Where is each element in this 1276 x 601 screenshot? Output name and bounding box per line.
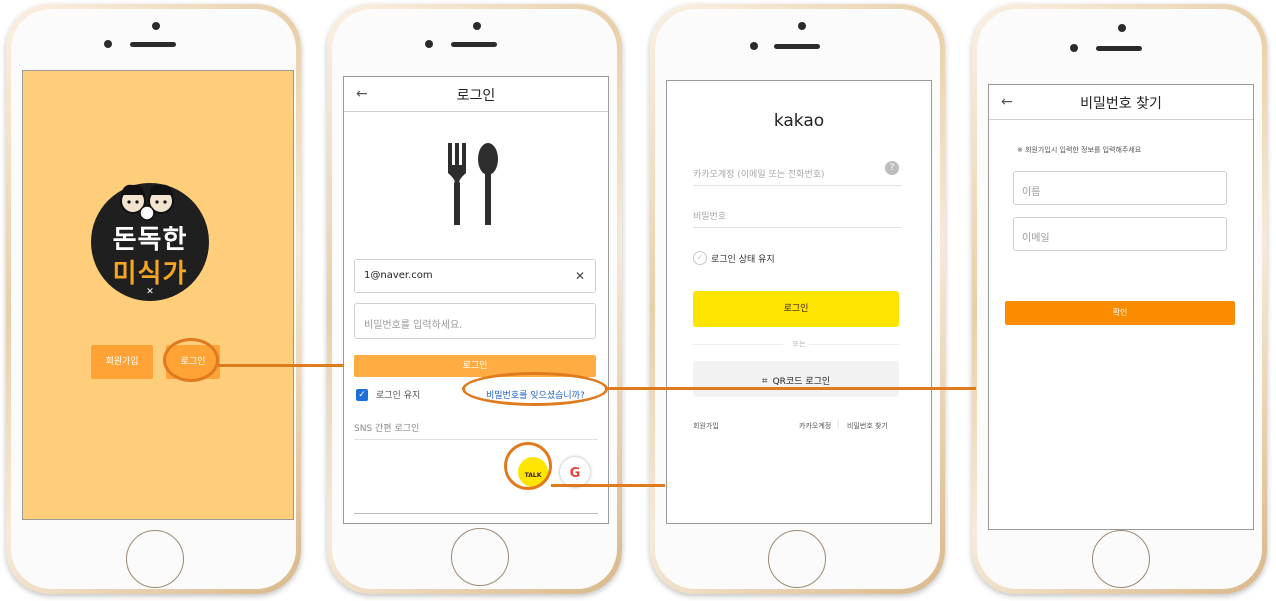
- logo-line-1: 돈독한: [112, 225, 188, 255]
- logo-line-2: 미식가: [112, 259, 188, 289]
- highlight-ring-forgot: [462, 372, 608, 406]
- email-field[interactable]: 1@naver.com ✕: [354, 259, 596, 293]
- splash-screen: 돈독한 미식가 ✕ 회원가입 로그인: [22, 70, 294, 520]
- find-password-link[interactable]: 비밀번호 찾기: [847, 421, 888, 431]
- home-button[interactable]: [768, 530, 826, 588]
- sensor-icon: [1070, 44, 1078, 52]
- account-underline: [693, 185, 901, 186]
- camera-icon: [798, 22, 806, 30]
- sensor-icon: [425, 40, 433, 48]
- email-field[interactable]: 이메일: [1013, 217, 1227, 251]
- keep-login-label: 로그인 상태 유지: [711, 255, 775, 265]
- notice-text: ※ 회원가입시 입력한 정보를 입력해주세요: [1017, 146, 1142, 154]
- header: ← 로그인: [344, 77, 608, 112]
- qr-code-icon: ⌗: [761, 376, 768, 387]
- app-logo: 돈독한 미식가 ✕: [91, 183, 209, 301]
- kakao-account-link[interactable]: 카카오계정: [799, 421, 831, 431]
- email-placeholder: 이메일: [1022, 233, 1050, 244]
- link-separator: |: [837, 420, 840, 428]
- email-value: 1@naver.com: [364, 270, 433, 281]
- help-icon[interactable]: ?: [885, 161, 899, 175]
- sensor-icon: [750, 42, 758, 50]
- divider: [354, 513, 598, 514]
- speaker-icon: [451, 42, 497, 47]
- password-field[interactable]: 비밀번호를 입력하세요.: [354, 303, 596, 339]
- page-title: 비밀번호 찾기: [1080, 96, 1162, 112]
- password-placeholder: 비밀번호를 입력하세요.: [364, 320, 463, 331]
- confirm-button[interactable]: 확인: [1005, 301, 1235, 325]
- keep-login-checkbox[interactable]: ✓: [356, 389, 368, 401]
- login-screen: ← 로그인 1@naver.com ✕ 비밀번호를 입력하세요. 로그인 ✓ 로…: [343, 76, 609, 524]
- page-title: 로그인: [456, 88, 496, 104]
- signup-button[interactable]: 회원가입: [91, 345, 153, 379]
- signup-link[interactable]: 회원가입: [693, 421, 719, 431]
- utensils-icon: ✕: [146, 287, 154, 297]
- qr-login-button[interactable]: ⌗ QR코드 로그인: [693, 361, 899, 397]
- kakao-login-button[interactable]: 로그인: [693, 291, 899, 327]
- connector-line-2: [607, 387, 976, 390]
- kakao-brand: kakao: [773, 111, 825, 131]
- phone-frame-2: ← 로그인 1@naver.com ✕ 비밀번호를 입력하세요. 로그인 ✓ 로…: [327, 4, 622, 594]
- clear-icon[interactable]: ✕: [575, 269, 585, 283]
- password-underline: [693, 227, 901, 228]
- camera-icon: [473, 22, 481, 30]
- name-field[interactable]: 이름: [1013, 171, 1227, 205]
- phone-frame-4: ← 비밀번호 찾기 ※ 회원가입시 입력한 정보를 입력해주세요 이름 이메일 …: [972, 4, 1267, 594]
- highlight-ring-login: [163, 338, 219, 382]
- google-login-button[interactable]: G: [560, 457, 590, 487]
- connector-line-1: [218, 364, 344, 367]
- home-button[interactable]: [451, 528, 509, 586]
- name-placeholder: 이름: [1022, 187, 1041, 198]
- sns-login-label: SNS 간편 로그인: [354, 424, 420, 434]
- chef-kids-icon: [120, 184, 174, 221]
- fork-spoon-icon: [448, 143, 498, 225]
- home-button[interactable]: [1092, 530, 1150, 588]
- camera-icon: [1118, 24, 1126, 32]
- password-placeholder[interactable]: 비밀번호: [693, 209, 726, 222]
- account-placeholder: 카카오계정 (이메일 또는 전화번호): [693, 170, 825, 180]
- sensor-icon: [104, 40, 112, 48]
- find-password-screen: ← 비밀번호 찾기 ※ 회원가입시 입력한 정보를 입력해주세요 이름 이메일 …: [988, 84, 1254, 530]
- highlight-ring-kakao: [504, 442, 552, 490]
- divider: [354, 439, 598, 440]
- or-divider-right: [809, 344, 899, 345]
- header: ← 비밀번호 찾기: [989, 85, 1253, 120]
- check-circle-icon[interactable]: ✓: [693, 251, 707, 265]
- keep-login-label: 로그인 유지: [376, 391, 421, 401]
- phone-frame-1: 돈독한 미식가 ✕ 회원가입 로그인: [6, 4, 301, 594]
- speaker-icon: [774, 44, 820, 49]
- phone-frame-3: kakao 카카오계정 (이메일 또는 전화번호) ? 비밀번호 ✓ 로그인 상…: [650, 4, 945, 594]
- camera-icon: [152, 22, 160, 30]
- home-button[interactable]: [126, 530, 184, 588]
- google-icon: G: [569, 466, 581, 481]
- connector-line-3: [551, 484, 665, 487]
- qr-login-label: QR코드 로그인: [772, 377, 831, 387]
- speaker-icon: [1096, 46, 1142, 51]
- kakao-login-screen: kakao 카카오계정 (이메일 또는 전화번호) ? 비밀번호 ✓ 로그인 상…: [666, 80, 932, 524]
- speaker-icon: [130, 42, 176, 47]
